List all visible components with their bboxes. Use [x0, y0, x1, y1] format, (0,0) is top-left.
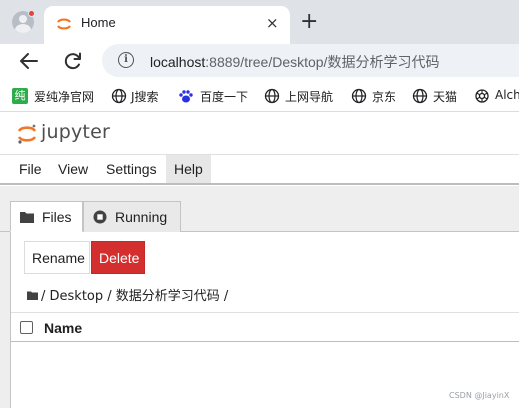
watermark: CSDN @JiayinX [449, 391, 510, 400]
reload-icon[interactable] [62, 50, 84, 72]
url-path: :8889/tree/Desktop/数据分析学习代码 [205, 54, 440, 70]
tab-title: Home [81, 15, 116, 30]
url-text[interactable]: localhost:8889/tree/Desktop/数据分析学习代码 [150, 52, 439, 72]
menu-file[interactable]: File [11, 155, 50, 183]
bookmark-label[interactable]: 百度一下 [200, 88, 248, 105]
url-host: localhost [150, 54, 206, 70]
bookmark-label[interactable]: 天猫 [433, 88, 457, 105]
site-info-icon[interactable]: i [118, 52, 134, 68]
jupyter-logo-text[interactable]: jupyter [41, 121, 110, 143]
openai-icon [475, 89, 489, 103]
address-bar[interactable]: i localhost:8889/tree/Desktop/数据分析学习代码 [102, 44, 519, 77]
browser-toolbar: i localhost:8889/tree/Desktop/数据分析学习代码 [0, 44, 519, 80]
back-arrow-icon[interactable] [18, 50, 40, 72]
jupyter-favicon-icon [57, 18, 71, 30]
bookmark-label[interactable]: 爱纯净官网 [34, 88, 94, 105]
breadcrumb-path[interactable]: / Desktop / 数据分析学习代码 / [41, 289, 228, 304]
delete-button[interactable]: Delete [91, 241, 145, 274]
close-tab-icon[interactable]: × [266, 15, 279, 31]
jupyter-header: jupyter [0, 113, 519, 155]
stop-circle-icon [93, 210, 107, 224]
folder-icon[interactable] [27, 291, 38, 300]
main-area: Files Running Rename Delete / Desktop / … [0, 186, 519, 408]
file-list-header: Name [11, 312, 519, 342]
browser-tab-home[interactable]: Home × [44, 6, 290, 44]
menu-bar: File View Settings Help [0, 155, 519, 185]
bookmark-label[interactable]: Alch [495, 88, 519, 102]
select-all-checkbox[interactable] [20, 321, 33, 334]
tab-running-label: Running [115, 209, 168, 225]
breadcrumb[interactable]: / Desktop / 数据分析学习代码 / [27, 285, 228, 304]
jupyter-logo-icon[interactable] [16, 123, 38, 145]
tab-files-label: Files [42, 209, 72, 225]
tab-running[interactable]: Running [83, 201, 181, 232]
browser-tab-strip: Home × + [0, 0, 519, 44]
globe-icon [111, 88, 127, 104]
folder-icon [20, 212, 34, 223]
globe-icon [351, 88, 367, 104]
name-column-header[interactable]: Name [44, 320, 82, 336]
bookmark-label[interactable]: 京东 [372, 88, 396, 105]
menu-settings[interactable]: Settings [98, 155, 165, 183]
bookmark-label[interactable]: 上网导航 [285, 88, 333, 105]
menu-help[interactable]: Help [166, 155, 211, 183]
baidu-paw-icon [179, 90, 193, 103]
notification-dot [28, 10, 35, 17]
globe-icon [264, 88, 280, 104]
menu-view[interactable]: View [50, 155, 96, 183]
tab-files[interactable]: Files [10, 201, 83, 232]
file-browser-panel: Rename Delete / Desktop / 数据分析学习代码 / Nam… [10, 232, 519, 408]
new-tab-icon[interactable]: + [300, 11, 318, 33]
rename-button[interactable]: Rename [24, 241, 90, 274]
bookmark-label[interactable]: J搜索 [131, 88, 159, 105]
globe-icon [412, 88, 428, 104]
bookmarks-bar: 纯 爱纯净官网 J搜索 百度一下 上网导航 京东 天猫 Alch [0, 80, 519, 112]
green-square-icon: 纯 [12, 88, 28, 104]
